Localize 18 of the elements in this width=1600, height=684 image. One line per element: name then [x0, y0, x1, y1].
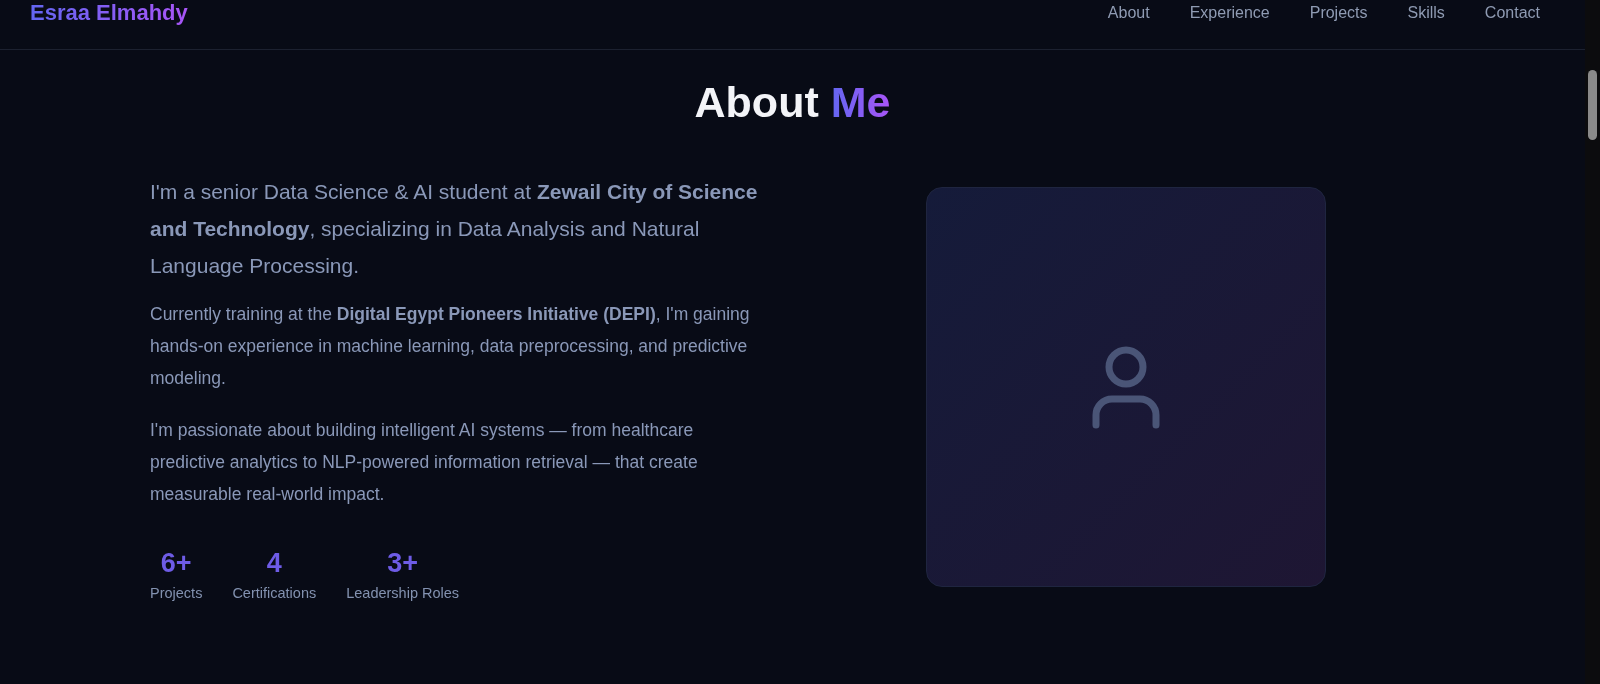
stat-label: Projects — [150, 585, 203, 601]
stat-value: 6+ — [160, 548, 192, 579]
nav-link[interactable]: About — [1107, 3, 1150, 22]
stat-label: Leadership Roles — [346, 585, 460, 601]
nav-link[interactable]: Experience — [1189, 3, 1270, 22]
user-icon — [1092, 345, 1160, 429]
stat-label: Certifications — [232, 585, 317, 601]
nav-link[interactable]: Skills — [1407, 3, 1445, 22]
scrollbar-thumb[interactable] — [1588, 70, 1597, 140]
nav-link[interactable]: Contact — [1484, 3, 1540, 22]
about-paragraph: I'm passionate about building intelligent AI systems — from healthcare predictive analytics to NLP-powered information retrieval — that create measurable real-world impact. — [150, 419, 699, 506]
about-paragraph: Currently training at the Digital Egypt Pioneers Initiative (DEPI), I'm gaining hands-on experience in machine learning, data preprocessing, and predictive modeling. — [150, 303, 751, 390]
stat-value: 4 — [266, 548, 282, 579]
intro-paragraph: I'm a senior Data Science & AI student at Zewail City of Science and Technology, specializing in Data Analysis and Natural Language Processing. — [150, 179, 759, 279]
scrollbar[interactable] — [1585, 0, 1600, 684]
stat-value: 3+ — [387, 548, 419, 579]
nav-link[interactable]: Projects — [1309, 3, 1368, 22]
section-title: About Me — [693, 78, 892, 127]
